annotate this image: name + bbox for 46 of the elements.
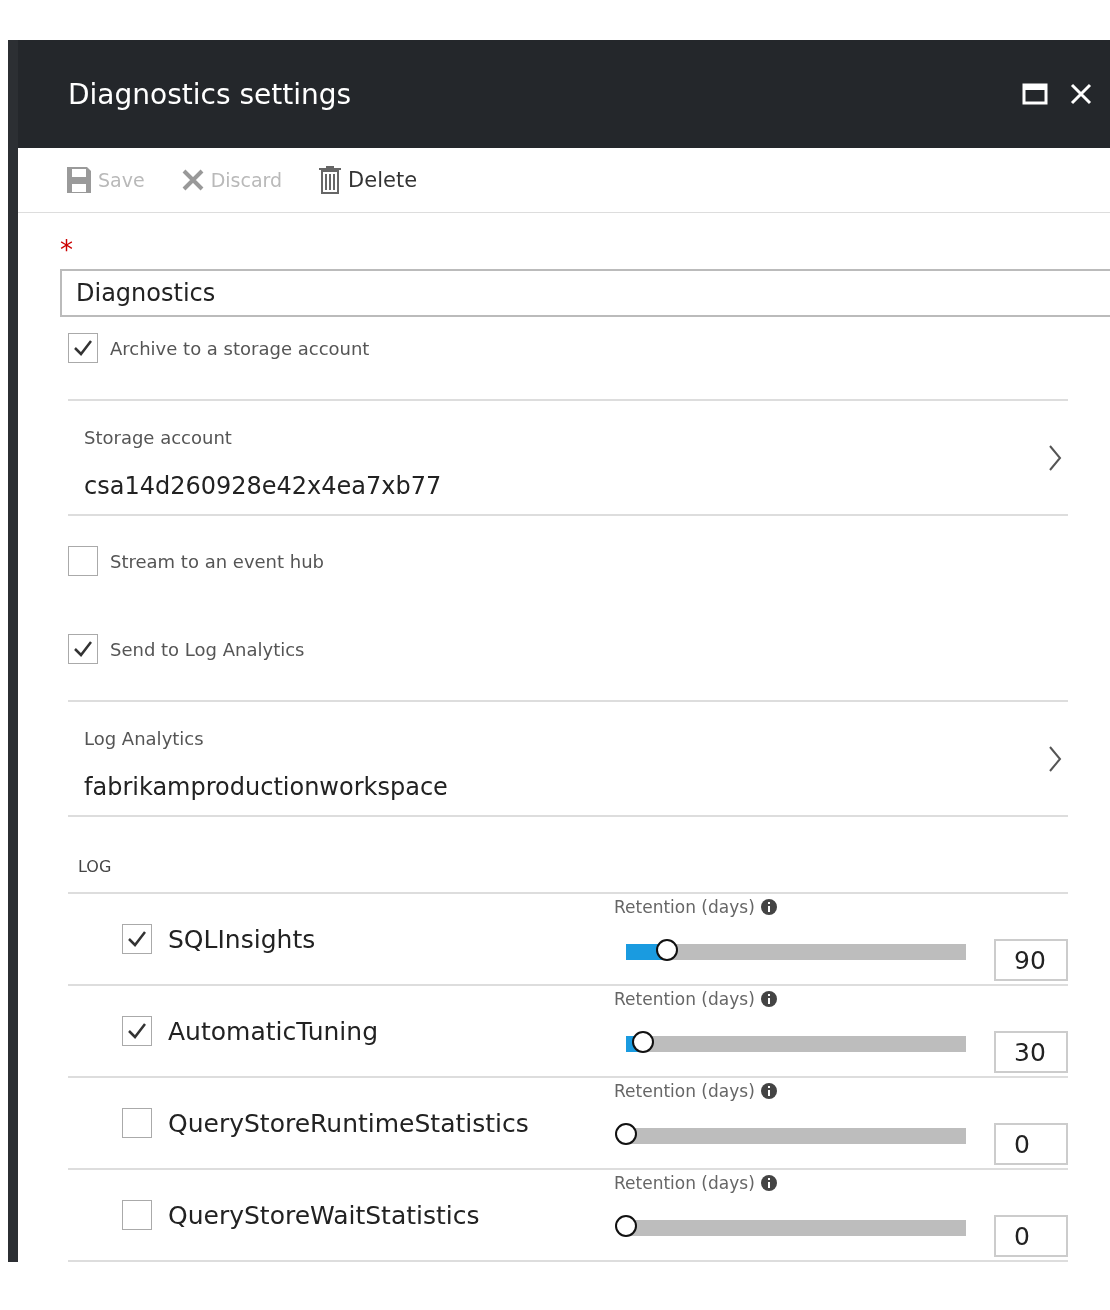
checkbox-label: Send to Log Analytics [110,638,305,660]
retention-label: Retention (days) [614,897,755,917]
trash-icon [318,166,343,194]
delete-button[interactable]: Delete [318,166,418,194]
checkbox[interactable] [68,333,98,363]
info-icon [760,899,777,915]
check-icon [127,1022,147,1040]
days-field[interactable]: 0 [994,1215,1068,1257]
picker-row[interactable]: Log Analytics fabrikamproductionworkspace [68,700,1068,817]
days-field[interactable]: 90 [994,939,1068,981]
name-field[interactable]: Diagnostics [60,269,1110,317]
picker-value: csa14d260928e42x4ea7xb77 [84,472,443,500]
picker-label: Log Analytics [84,728,205,749]
picker-row[interactable]: Storage account csa14d260928e42x4ea7xb77 [68,399,1068,516]
category-label: AutomaticTuning [168,1016,379,1046]
chevron-icon [1048,744,1062,773]
picker-label: Storage account [84,427,233,448]
check-icon [73,339,93,357]
days-field[interactable]: 30 [994,1031,1068,1073]
retention-label: Retention (days) [614,1173,755,1193]
checkbox[interactable] [68,546,98,576]
window-title: Diagnostics settings [68,77,353,111]
picker-value: fabrikamproductionworkspace [84,773,449,801]
checkbox[interactable] [122,924,152,954]
retention-label: Retention (days) [614,1081,755,1101]
category-label: SQLInsights [168,924,316,954]
days-field[interactable]: 0 [994,1123,1068,1165]
required-mark: * [60,235,73,265]
chevron-icon [1048,443,1062,472]
retention-label: Retention (days) [614,989,755,1009]
checkbox[interactable] [68,634,98,664]
checkbox-label: Stream to an event hub [110,550,325,572]
checkbox[interactable] [122,1200,152,1230]
category-label: QueryStoreWaitStatistics [168,1200,480,1230]
check-icon [127,930,147,948]
checkbox[interactable] [122,1108,152,1138]
section-heading: LOG [77,856,113,878]
category-label: QueryStoreRuntimeStatistics [168,1108,529,1138]
info-icon [760,1175,777,1191]
close-icon [180,168,205,192]
check-icon [73,640,93,658]
info-icon [760,991,777,1007]
checkbox-label: Archive to a storage account [110,337,370,359]
checkbox[interactable] [122,1016,152,1046]
save-icon [66,166,92,194]
info-icon [760,1083,777,1099]
